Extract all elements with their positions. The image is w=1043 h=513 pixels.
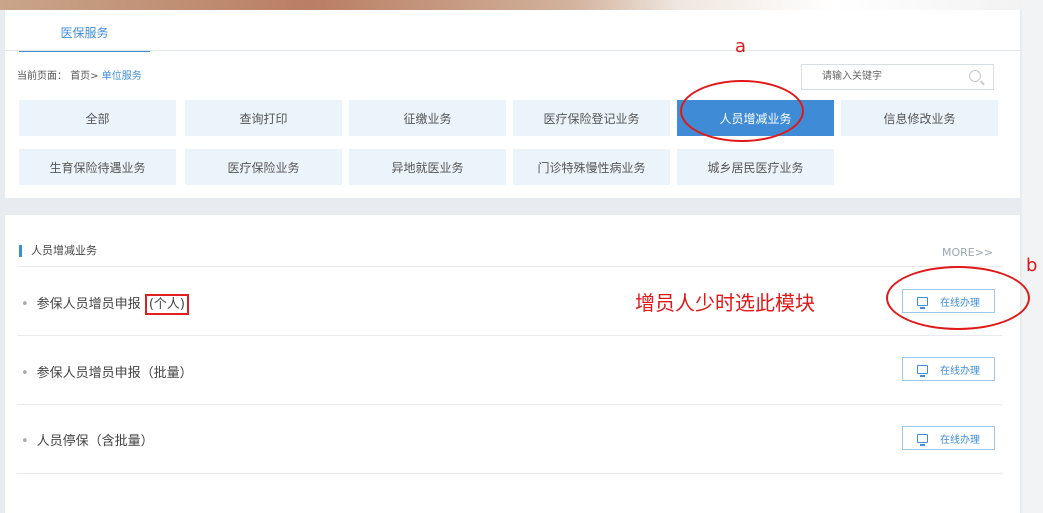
monitor-icon (917, 364, 928, 377)
personnel-change-section: 人员增减业务 MORE>> • 参保人员增员申报 (个人) 在线办理 • 参保人员增… (5, 215, 1020, 513)
divider (17, 404, 1002, 405)
category-insurance-registration[interactable]: 医疗保险登记业务 (513, 100, 670, 136)
category-info-modify[interactable]: 信息修改业务 (841, 100, 998, 136)
item-label[interactable]: 人员停保（含批量） (37, 434, 154, 449)
breadcrumb-prefix: 当前页面： (17, 71, 67, 82)
list-item: • 参保人员增员申报（批量） (21, 362, 193, 381)
search-icon[interactable] (969, 70, 981, 82)
annotation-note: 增员人少时选此模块 (635, 291, 815, 315)
more-link[interactable]: MORE>> (942, 246, 993, 259)
category-chronic-disease[interactable]: 门诊特殊慢性病业务 (513, 149, 670, 185)
breadcrumb-current[interactable]: 单位服务 (102, 71, 142, 82)
list-item: • 参保人员增员申报 (个人) (21, 293, 189, 315)
online-handle-button[interactable]: 在线办理 (902, 357, 995, 381)
annotation-ellipse-a (680, 80, 804, 142)
top-banner (0, 0, 1043, 10)
bullet: • (21, 297, 29, 312)
divider (17, 335, 1002, 336)
breadcrumb: 当前页面： 首页> 单位服务 (17, 67, 142, 82)
online-handle-button[interactable]: 在线办理 (902, 426, 995, 450)
bullet: • (21, 366, 29, 381)
tab-medical-insurance-service[interactable]: 医保服务 (19, 14, 150, 52)
category-offsite-medical[interactable]: 异地就医业务 (349, 149, 506, 185)
item-suffix-highlight: (个人) (144, 294, 189, 315)
category-maternity-benefit[interactable]: 生育保险待遇业务 (19, 149, 176, 185)
category-collection[interactable]: 征缴业务 (349, 100, 506, 136)
category-medical-insurance[interactable]: 医疗保险业务 (185, 149, 342, 185)
category-resident-medical[interactable]: 城乡居民医疗业务 (677, 149, 834, 185)
search-input[interactable]: 请输入关键字 (801, 64, 994, 90)
list-item: • 人员停保（含批量） (21, 430, 154, 449)
tab-divider (5, 50, 1020, 51)
category-query-print[interactable]: 查询打印 (185, 100, 342, 136)
divider (17, 266, 1002, 267)
monitor-icon (917, 433, 928, 446)
category-all[interactable]: 全部 (19, 100, 176, 136)
online-handle-label: 在线办理 (940, 365, 980, 377)
bullet: • (21, 434, 29, 449)
online-handle-label: 在线办理 (940, 434, 980, 446)
item-label[interactable]: 参保人员增员申报（批量） (37, 366, 193, 381)
annotation-ellipse-b (886, 266, 1030, 330)
breadcrumb-home[interactable]: 首页> (70, 71, 98, 82)
section-title: 人员增减业务 (19, 245, 97, 257)
divider (17, 473, 1002, 474)
annotation-b-label: b (1026, 255, 1038, 276)
search-placeholder: 请输入关键字 (822, 71, 882, 82)
annotation-a-label: a (735, 36, 747, 57)
service-panel: 医保服务 当前页面： 首页> 单位服务 请输入关键字 全部 查询打印 征缴业务 … (5, 10, 1020, 198)
item-label[interactable]: 参保人员增员申报 (37, 297, 141, 312)
